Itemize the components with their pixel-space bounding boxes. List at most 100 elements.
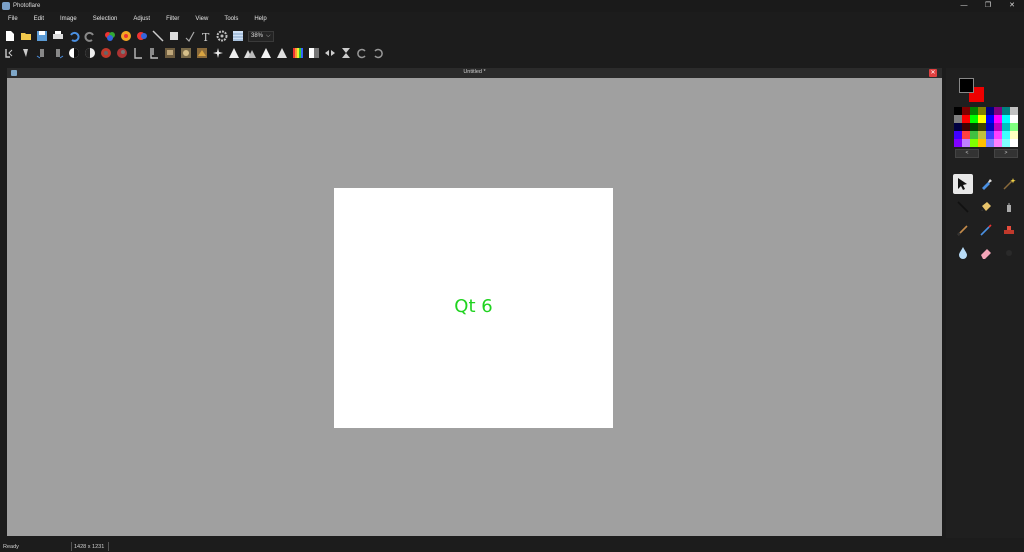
palette-swatch[interactable] <box>978 115 986 123</box>
image-canvas[interactable]: Qt 6 <box>334 188 613 428</box>
grid-icon[interactable] <box>230 29 246 43</box>
menu-help[interactable]: Help <box>246 12 274 27</box>
menu-adjust[interactable]: Adjust <box>125 12 158 27</box>
eraser-tool[interactable] <box>976 243 996 263</box>
palette-swatch[interactable] <box>954 131 962 139</box>
workspace[interactable]: Qt 6 <box>7 78 942 536</box>
palette-swatch[interactable] <box>970 107 978 115</box>
palette-swatch[interactable] <box>994 123 1002 131</box>
palette-next-button[interactable]: > <box>994 149 1018 158</box>
palette-swatch[interactable] <box>986 123 994 131</box>
hourglass-icon[interactable] <box>338 46 354 60</box>
undo-icon[interactable] <box>66 29 82 43</box>
palette-swatch[interactable] <box>962 139 970 147</box>
save-icon[interactable] <box>34 29 50 43</box>
palette-swatch[interactable] <box>970 139 978 147</box>
palette-swatch[interactable] <box>994 139 1002 147</box>
palette-swatch[interactable] <box>954 139 962 147</box>
palette-swatch[interactable] <box>962 107 970 115</box>
auto-contrast-icon[interactable] <box>66 46 82 60</box>
palette-swatch[interactable] <box>962 115 970 123</box>
palette-swatch[interactable] <box>978 139 986 147</box>
palette-swatch[interactable] <box>978 123 986 131</box>
blur-tool[interactable] <box>953 243 973 263</box>
palette-swatch[interactable] <box>954 107 962 115</box>
palette-swatch[interactable] <box>1002 115 1010 123</box>
menu-file[interactable]: File <box>0 12 26 27</box>
close-button[interactable]: ✕ <box>1000 0 1024 12</box>
palette-swatch[interactable] <box>1002 131 1010 139</box>
minimize-button[interactable]: — <box>952 0 976 12</box>
palette-swatch[interactable] <box>986 131 994 139</box>
crop-icon[interactable] <box>166 29 182 43</box>
menu-tools[interactable]: Tools <box>216 12 246 27</box>
palette-swatch[interactable] <box>994 131 1002 139</box>
pen-tool[interactable] <box>976 220 996 240</box>
paint-bucket-tool[interactable] <box>976 197 996 217</box>
print-icon[interactable] <box>50 29 66 43</box>
palette-swatch[interactable] <box>978 131 986 139</box>
select-icon[interactable] <box>182 29 198 43</box>
crop-left-icon[interactable] <box>130 46 146 60</box>
spray-can-tool[interactable] <box>999 197 1019 217</box>
palette-swatch[interactable] <box>1002 107 1010 115</box>
gray-gradient-icon[interactable] <box>306 46 322 60</box>
rotate-ccw-icon[interactable] <box>354 46 370 60</box>
levels-icon[interactable] <box>82 46 98 60</box>
line-tool[interactable] <box>953 197 973 217</box>
text-icon[interactable]: T <box>198 29 214 43</box>
palette-swatch[interactable] <box>994 115 1002 123</box>
palette-swatch[interactable] <box>1010 107 1018 115</box>
menu-image[interactable]: Image <box>52 12 85 27</box>
palette-swatch[interactable] <box>962 123 970 131</box>
triangle-icon[interactable] <box>226 46 242 60</box>
palette-swatch[interactable] <box>986 139 994 147</box>
menu-view[interactable]: View <box>187 12 216 27</box>
palette-swatch[interactable] <box>954 123 962 131</box>
palette-swatch[interactable] <box>994 107 1002 115</box>
foreground-color-swatch[interactable] <box>959 78 974 93</box>
menu-filter[interactable]: Filter <box>158 12 187 27</box>
hue-saturation-icon[interactable] <box>118 29 134 43</box>
palette-swatch[interactable] <box>978 107 986 115</box>
brush-tool[interactable] <box>953 220 973 240</box>
palette-swatch[interactable] <box>986 115 994 123</box>
palette-swatch[interactable] <box>962 131 970 139</box>
flip-arrows-icon[interactable] <box>322 46 338 60</box>
palette-swatch[interactable] <box>954 115 962 123</box>
rotate-right-icon[interactable] <box>50 46 66 60</box>
oil-paint-icon[interactable] <box>194 46 210 60</box>
rotate-left-icon[interactable] <box>34 46 50 60</box>
palette-swatch[interactable] <box>1002 139 1010 147</box>
restore-button[interactable]: ❐ <box>976 0 1000 12</box>
palette-swatch[interactable] <box>1010 131 1018 139</box>
menu-selection[interactable]: Selection <box>85 12 126 27</box>
palette-swatch[interactable] <box>1002 123 1010 131</box>
pointer-tool[interactable] <box>953 174 973 194</box>
settings-icon[interactable] <box>214 29 230 43</box>
palette-swatch[interactable] <box>970 115 978 123</box>
palette-swatch[interactable] <box>970 131 978 139</box>
sepia-icon[interactable] <box>162 46 178 60</box>
palette-prev-button[interactable]: < <box>955 149 979 158</box>
rainbow-gradient-icon[interactable] <box>290 46 306 60</box>
flip-vertical-icon[interactable] <box>18 46 34 60</box>
palette-swatch[interactable] <box>970 123 978 131</box>
palette-swatch[interactable] <box>986 107 994 115</box>
red-balance-icon[interactable] <box>114 46 130 60</box>
eyedropper-tool[interactable] <box>976 174 996 194</box>
crop-right-icon[interactable] <box>146 46 162 60</box>
line-icon[interactable] <box>150 29 166 43</box>
new-file-icon[interactable] <box>2 29 18 43</box>
menu-edit[interactable]: Edit <box>26 12 52 27</box>
color-balance-icon[interactable] <box>102 29 118 43</box>
open-folder-icon[interactable] <box>18 29 34 43</box>
red-tint-icon[interactable] <box>98 46 114 60</box>
document-close-button[interactable]: ✕ <box>929 69 937 77</box>
color-swap-icon[interactable] <box>134 29 150 43</box>
flip-horizontal-icon[interactable] <box>2 46 18 60</box>
emboss-icon[interactable] <box>178 46 194 60</box>
triangle-fill-icon[interactable] <box>274 46 290 60</box>
redo-icon[interactable] <box>82 29 98 43</box>
palette-swatch[interactable] <box>1010 115 1018 123</box>
